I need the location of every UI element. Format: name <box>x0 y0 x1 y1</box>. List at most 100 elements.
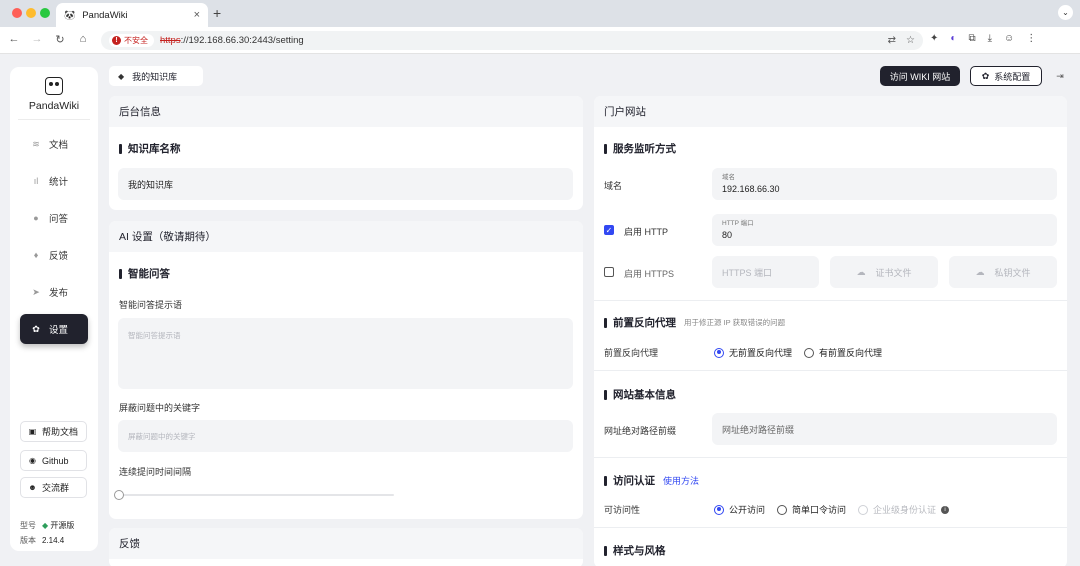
access-option-label: 简单口令访问 <box>792 505 847 515</box>
kb-name-input[interactable]: 我的知识库 <box>118 168 573 200</box>
forward-icon[interactable]: → <box>30 33 44 45</box>
gear-icon: ✿ <box>32 323 40 334</box>
http-port-float-label: HTTP 端口 <box>722 220 754 227</box>
smart-qa-title: 智能问答 <box>128 268 170 280</box>
access-option-password[interactable]: 简单口令访问 <box>777 503 846 516</box>
backend-info-panel: 后台信息 知识库名称 我的知识库 <box>109 96 583 210</box>
system-config-button[interactable]: ✿ 系统配置 <box>970 66 1042 86</box>
security-label: 不安全 <box>124 36 148 45</box>
github-label: Github <box>42 455 69 466</box>
interval-slider-track[interactable] <box>118 494 394 496</box>
prompt-label: 智能问答提示语 <box>119 300 183 310</box>
feedback-panel: 反馈 <box>109 528 583 566</box>
key-file-upload[interactable]: ☁ 私钥文件 <box>949 256 1057 288</box>
sidebar-item-stats[interactable]: ıl 统计 <box>20 166 88 196</box>
back-icon[interactable]: ← <box>7 33 21 45</box>
proxy-option-none[interactable]: 无前置反向代理 <box>714 346 792 359</box>
send-icon: ➤ <box>32 286 40 297</box>
kb-selector-label: 我的知识库 <box>132 71 178 82</box>
http-checkbox[interactable]: ✓ <box>604 225 614 235</box>
bell-icon: ♦ <box>33 250 39 260</box>
model-info: 型号 ◆ 开源版 <box>20 520 74 531</box>
sidebar-item-publish[interactable]: ➤ 发布 <box>20 277 88 307</box>
community-button[interactable]: ☻ 交流群 <box>20 477 87 498</box>
proxy-option-label: 无前置反向代理 <box>729 348 793 358</box>
smart-qa-section: 智能问答 <box>119 266 170 281</box>
version-label: 版本 <box>20 536 36 545</box>
http-port-input[interactable]: HTTP 端口 80 <box>712 214 1057 246</box>
ai-settings-panel: AI 设置（敬请期待） 智能问答 智能问答提示语 智能问答提示语 屏蔽问题中的关… <box>109 221 583 519</box>
proxy-section: 前置反向代理 用于修正源 IP 获取错误的问题 <box>604 315 785 330</box>
site-prefix-input[interactable]: 网址绝对路径前缀 <box>712 413 1057 445</box>
domain-value: 192.168.66.30 <box>722 184 780 194</box>
domain-input[interactable]: 域名 192.168.66.30 <box>712 168 1057 200</box>
puzzle-icon[interactable]: ⧉ <box>968 33 975 44</box>
visit-wiki-button[interactable]: 访问 WIKI 网站 <box>880 66 960 86</box>
proxy-radio-group: 无前置反向代理 有前置反向代理 <box>714 346 882 359</box>
proxy-option-has[interactable]: 有前置反向代理 <box>804 346 882 359</box>
close-window-button[interactable] <box>12 8 22 18</box>
access-option-enterprise[interactable]: 企业级身份认证 i <box>858 503 950 516</box>
github-button[interactable]: ◉ Github <box>20 450 87 471</box>
document-icon: ▣ <box>28 427 37 436</box>
download-icon[interactable]: ⤓ <box>988 33 992 44</box>
info-icon[interactable]: i <box>941 505 950 514</box>
cert-file-label: 证书文件 <box>875 267 912 278</box>
backend-info-title: 后台信息 <box>109 96 583 127</box>
prompt-textarea[interactable]: 智能问答提示语 <box>118 318 573 389</box>
sidebar-item-label: 发布 <box>49 288 69 299</box>
proxy-label: 前置反向代理 <box>604 348 659 358</box>
profile-avatar-icon[interactable]: ☺ <box>1004 33 1014 44</box>
sidebar-item-label: 问答 <box>49 214 69 225</box>
kb-name-section: 知识库名称 <box>119 141 181 156</box>
sidebar-item-docs[interactable]: ≋ 文档 <box>20 129 88 159</box>
ai-settings-title: AI 设置（敬请期待） <box>109 221 583 252</box>
sidebar-item-settings[interactable]: ✿ 设置 <box>20 314 88 344</box>
bookmark-star-icon[interactable]: ☆ <box>906 35 915 46</box>
sidebar-item-label: 文档 <box>49 140 69 151</box>
reload-icon[interactable]: ↻ <box>53 33 67 46</box>
help-doc-button[interactable]: ▣ 帮助文档 <box>20 421 87 442</box>
browser-tab[interactable]: 🐼 PandaWiki × <box>56 3 208 27</box>
extension-2-icon[interactable]: ◐ <box>950 33 956 44</box>
new-tab-icon[interactable]: + <box>213 5 221 21</box>
cert-file-upload[interactable]: ☁ 证书文件 <box>830 256 938 288</box>
url-scheme: https <box>160 35 181 46</box>
layers-icon: ≋ <box>32 138 40 149</box>
block-keywords-label: 屏蔽问题中的关键字 <box>119 403 201 413</box>
menu-dots-icon[interactable]: ⋮ <box>1026 33 1036 44</box>
auth-usage-link[interactable]: 使用方法 <box>663 474 699 487</box>
access-option-public[interactable]: 公开访问 <box>714 503 765 516</box>
panda-favicon-icon: 🐼 <box>64 9 76 20</box>
brand: PandaWiki <box>10 77 98 112</box>
site-prefix-label: 网址绝对路径前缀 <box>604 426 677 436</box>
sidebar-item-qa[interactable]: ● 问答 <box>20 203 88 233</box>
logout-icon[interactable]: ⇥ <box>1052 68 1068 84</box>
minimize-window-button[interactable] <box>26 8 36 18</box>
access-label: 可访问性 <box>604 505 641 515</box>
sidebar-item-label: 设置 <box>49 325 69 336</box>
divider <box>594 300 1067 301</box>
https-checkbox[interactable] <box>604 267 614 277</box>
access-option-label: 公开访问 <box>729 505 766 515</box>
style-section-title: 样式与风格 <box>613 545 666 557</box>
sidebar-item-feedback[interactable]: ♦ 反馈 <box>20 240 88 270</box>
address-bar[interactable]: ! 不安全 https://192.168.66.30:2443/setting… <box>101 31 923 50</box>
https-port-input[interactable]: HTTPS 端口 <box>712 256 819 288</box>
security-indicator[interactable]: ! 不安全 <box>109 34 154 47</box>
divider <box>594 527 1067 528</box>
translate-icon[interactable]: ⇄ <box>888 35 896 46</box>
kb-name-section-title: 知识库名称 <box>128 143 181 155</box>
model-value: 开源版 <box>50 521 75 530</box>
tab-search-chevron-icon[interactable]: ⌄ <box>1058 5 1073 20</box>
kb-selector[interactable]: ◆ 我的知识库 <box>109 66 203 86</box>
zoom-window-button[interactable] <box>40 8 50 18</box>
upload-cloud-icon: ☁ <box>856 266 866 277</box>
block-keywords-input[interactable]: 屏蔽问题中的关键字 <box>118 420 573 452</box>
listen-section: 服务监听方式 <box>604 141 676 156</box>
http-port-value: 80 <box>722 230 733 240</box>
home-icon[interactable]: ⌂ <box>76 33 90 45</box>
interval-slider-knob[interactable] <box>114 490 124 500</box>
extension-icon[interactable]: ✦ <box>930 33 938 44</box>
tab-close-icon[interactable]: × <box>194 9 200 21</box>
